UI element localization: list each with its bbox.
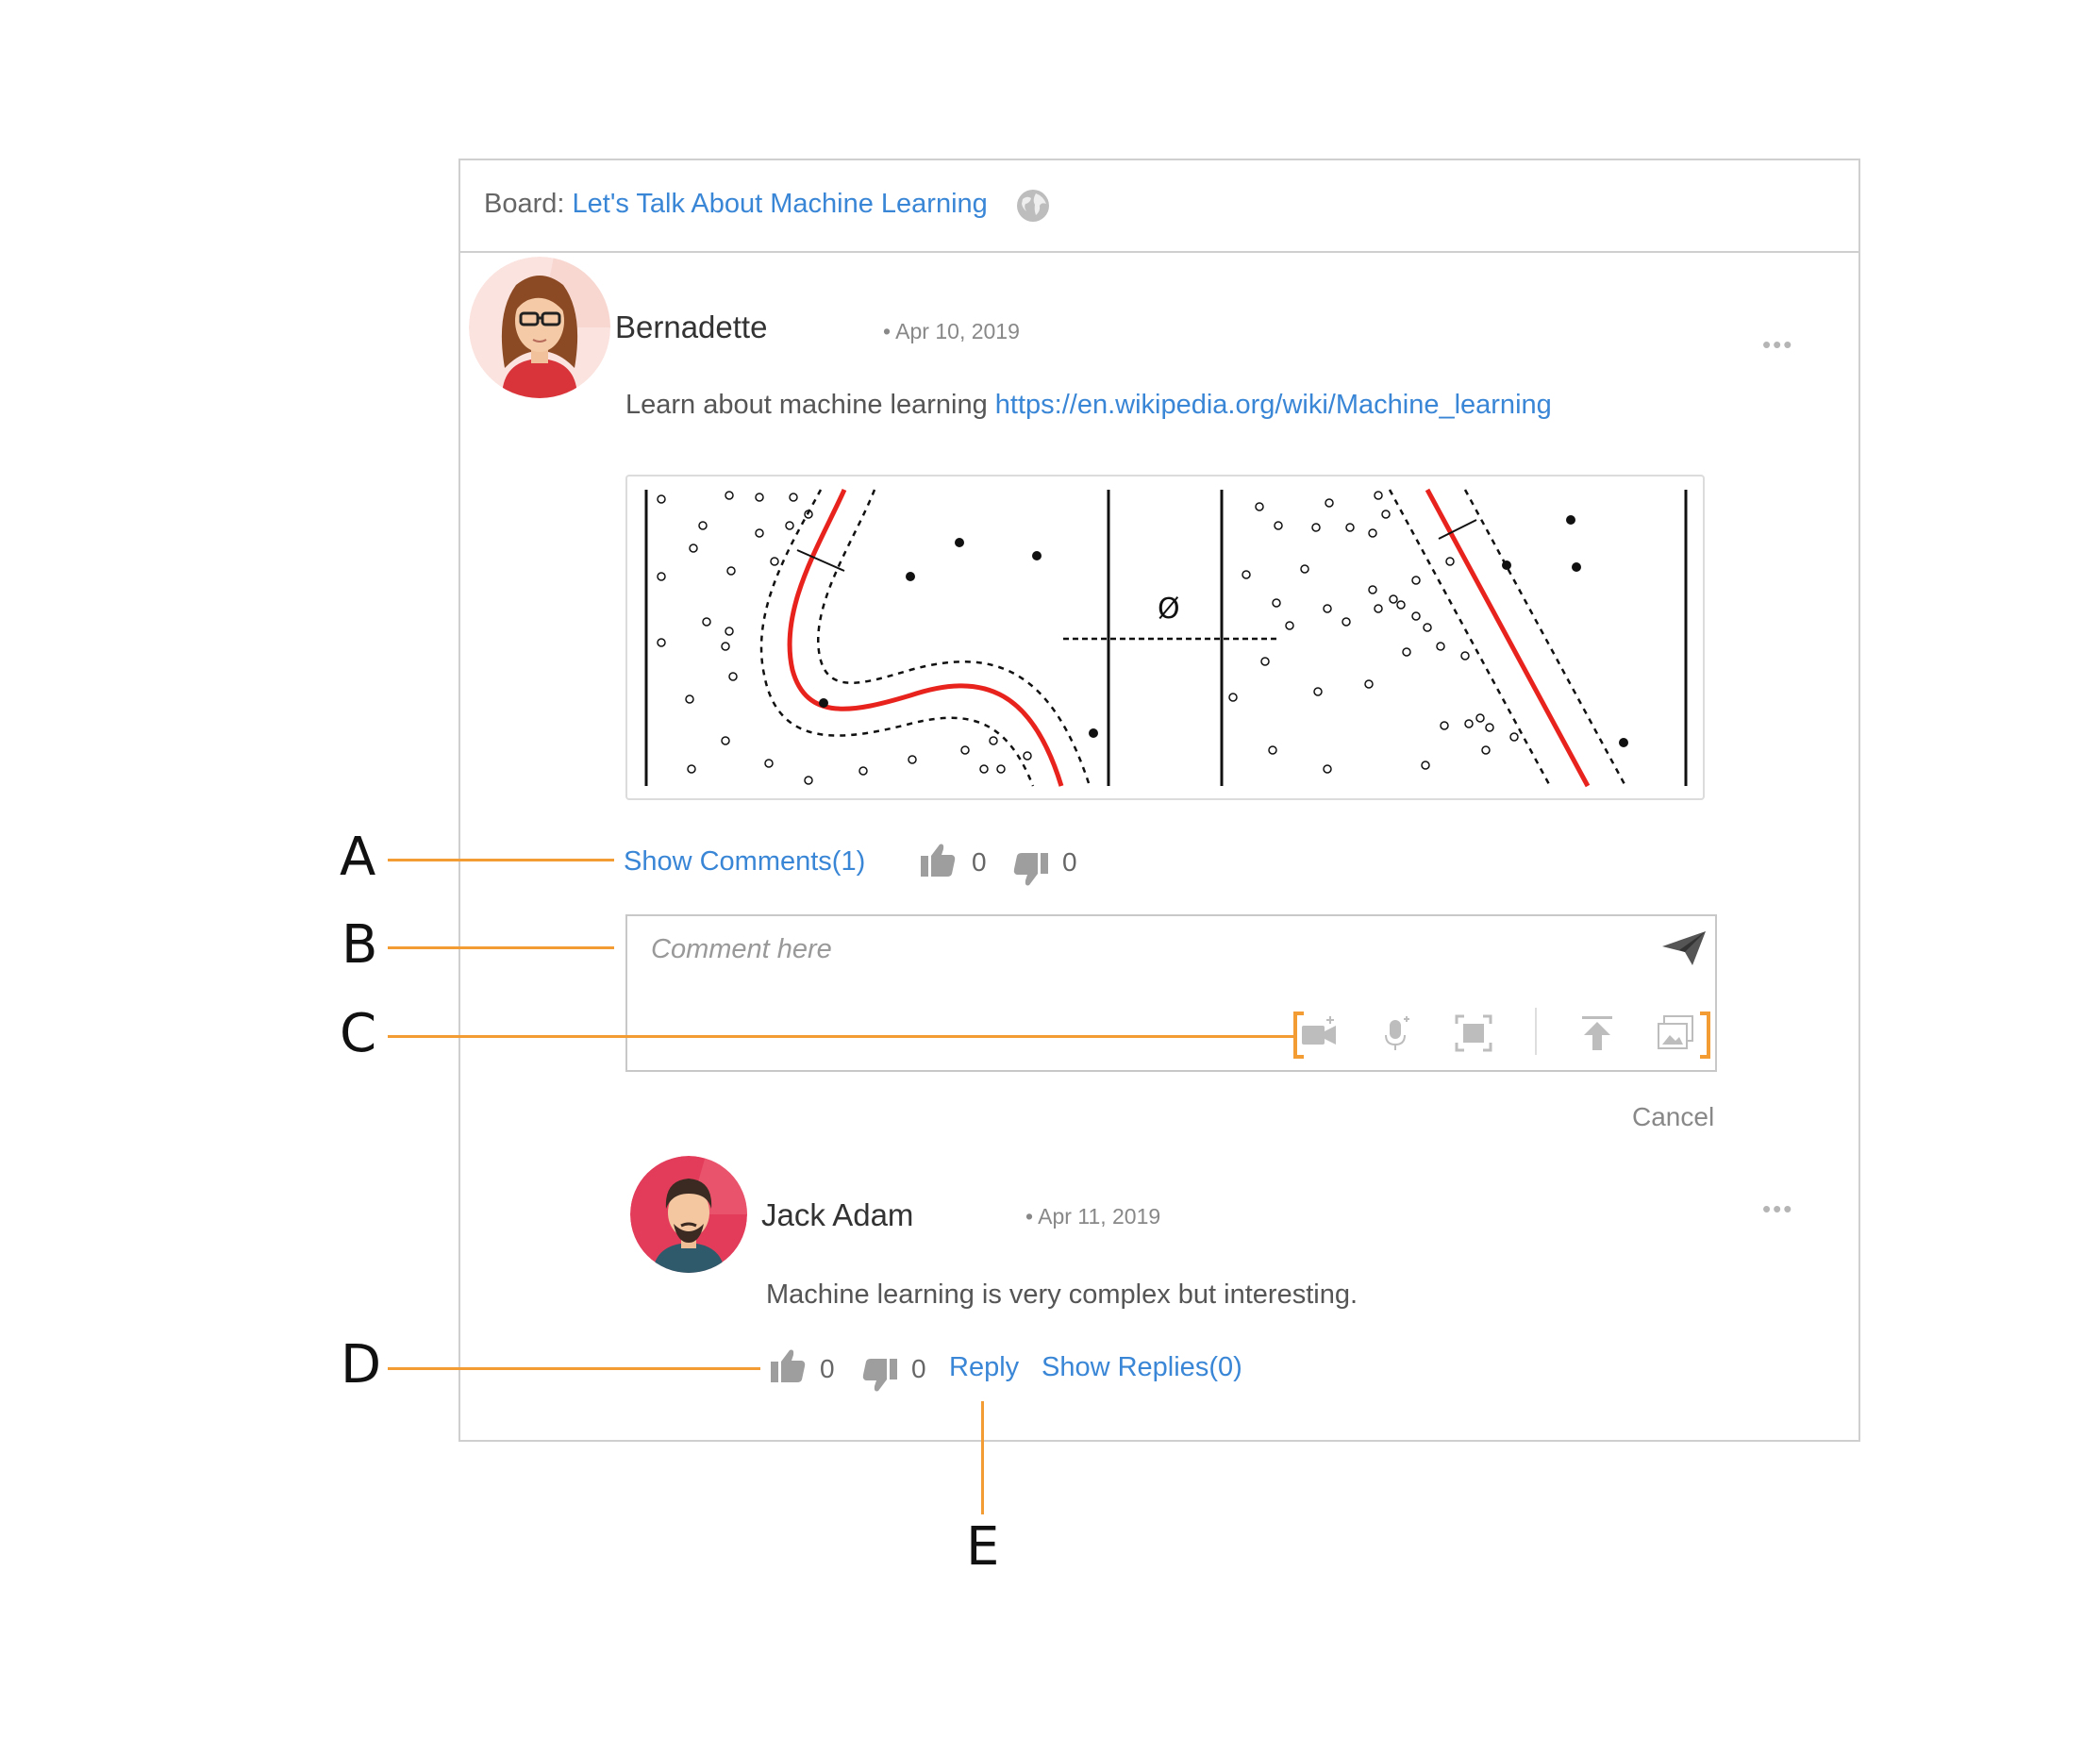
post-date: • Apr 10, 2019	[883, 319, 1020, 343]
microphone-icon[interactable]	[1375, 1012, 1416, 1054]
callout-line-d	[388, 1367, 760, 1370]
callout-line-a	[388, 859, 614, 861]
callout-line-c	[388, 1035, 1293, 1038]
callout-label-b: B	[342, 914, 378, 976]
toolbar-divider	[1535, 1008, 1537, 1055]
post-image[interactable]: Ø	[625, 475, 1705, 800]
man-avatar-icon	[630, 1156, 747, 1273]
thumbs-down-icon[interactable]	[861, 1357, 899, 1395]
send-icon[interactable]	[1660, 929, 1708, 967]
thumbs-up-icon[interactable]	[919, 841, 957, 878]
reply-more-menu-icon[interactable]: •••	[1762, 1196, 1793, 1221]
woman-avatar-icon	[469, 257, 610, 398]
avatar[interactable]	[630, 1156, 747, 1273]
callout-line-b	[388, 946, 614, 949]
post-dislike-count: 0	[1062, 847, 1077, 877]
thumbs-down-icon[interactable]	[1012, 851, 1050, 889]
screen-capture-icon[interactable]	[1453, 1012, 1494, 1054]
toolbar-bracket-left	[1293, 1012, 1304, 1059]
thumbs-up-icon[interactable]	[769, 1346, 807, 1384]
comment-placeholder[interactable]: Comment here	[651, 934, 832, 965]
upload-icon[interactable]	[1576, 1012, 1618, 1054]
image-gallery-icon[interactable]	[1655, 1012, 1696, 1054]
board-prefix: Board:	[484, 189, 573, 219]
board-breadcrumb: Board: Let's Talk About Machine Learning	[484, 189, 988, 220]
globe-icon	[1017, 190, 1049, 222]
show-comments-link[interactable]: Show Comments(1)	[624, 846, 865, 878]
callout-label-e: E	[966, 1516, 1000, 1578]
post-more-menu-icon[interactable]: •••	[1762, 332, 1793, 357]
reply-date: • Apr 11, 2019	[1025, 1204, 1161, 1229]
video-icon[interactable]	[1298, 1012, 1340, 1054]
show-replies-link[interactable]: Show Replies(0)	[1042, 1352, 1242, 1383]
post-like-count: 0	[972, 847, 987, 877]
reply-text: Machine learning is very complex but int…	[766, 1279, 1358, 1310]
post-url-link[interactable]: https://en.wikipedia.org/wiki/Machine_le…	[995, 390, 1552, 420]
callout-label-c: C	[340, 1003, 377, 1064]
post-body: Learn about machine learning https://en.…	[625, 390, 1552, 421]
callout-label-a: A	[340, 827, 376, 888]
reply-button[interactable]: Reply	[949, 1352, 1019, 1383]
reply-dislike-count: 0	[911, 1354, 926, 1383]
reply-author-name[interactable]: Jack Adam	[761, 1197, 913, 1233]
post-author-name[interactable]: Bernadette	[615, 309, 767, 345]
board-title-link[interactable]: Let's Talk About Machine Learning	[573, 189, 988, 219]
post-text: Learn about machine learning	[625, 390, 995, 420]
callout-label-d: D	[341, 1334, 382, 1396]
phi-symbol: Ø	[1158, 593, 1180, 626]
callout-line-e	[981, 1401, 984, 1514]
reply-like-count: 0	[820, 1354, 835, 1383]
avatar[interactable]	[469, 257, 610, 398]
toolbar-bracket-right	[1700, 1012, 1710, 1059]
cancel-button[interactable]: Cancel	[1632, 1102, 1714, 1132]
svm-kernel-diagram: Ø	[644, 488, 1688, 788]
